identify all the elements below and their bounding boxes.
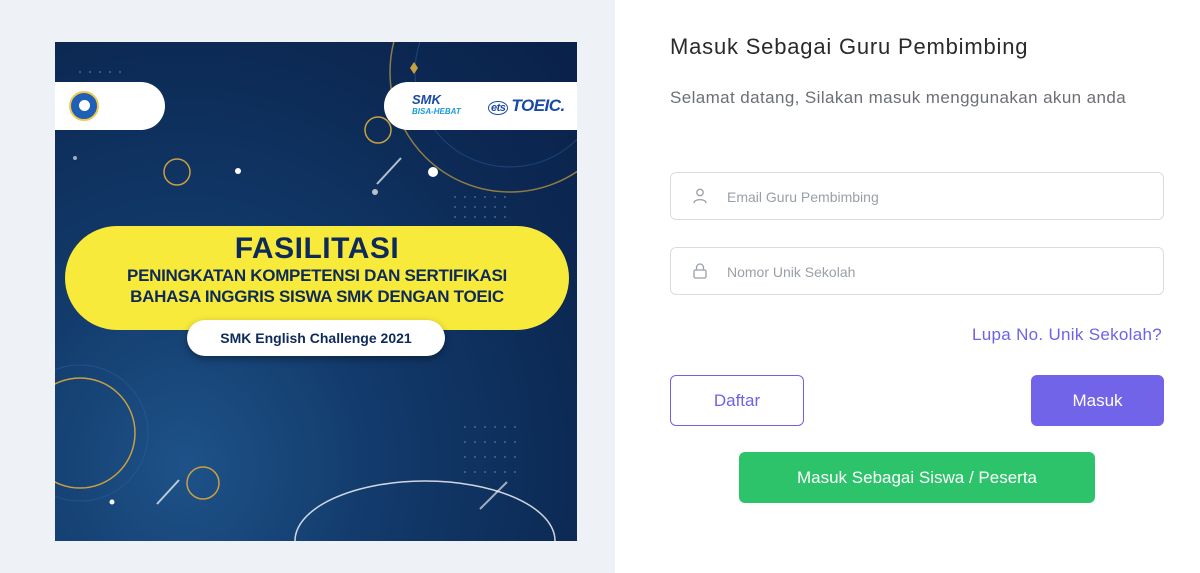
student-login-button[interactable]: Masuk Sebagai Siswa / Peserta	[739, 452, 1095, 503]
left-panel: SMK BISA-HEBAT ets TOEIC. FASILITASI PENI…	[0, 0, 615, 573]
forgot-code-link[interactable]: Lupa No. Unik Sekolah?	[972, 325, 1162, 345]
promo-headline-banner: FASILITASI PENINGKATAN KOMPETENSI DAN SE…	[65, 226, 569, 330]
promo-subline-2: BAHASA INGGRIS SISWA SMK DENGAN TOEIC	[130, 287, 504, 306]
school-code-input[interactable]	[725, 248, 1149, 296]
promo-headline: FASILITASI	[234, 232, 400, 265]
smk-logo: SMK BISA-HEBAT	[412, 92, 461, 118]
promo-subline-1: PENINGKATAN KOMPETENSI DAN SERTIFIKASI	[127, 266, 507, 285]
login-button[interactable]: Masuk	[1031, 375, 1164, 426]
email-input[interactable]	[725, 173, 1149, 221]
partner-logos-pill: SMK BISA-HEBAT ets TOEIC.	[384, 82, 577, 130]
promo-banner: SMK BISA-HEBAT ets TOEIC. FASILITASI PENI…	[55, 42, 577, 541]
email-field[interactable]	[670, 172, 1164, 221]
ministry-logo-pill	[55, 82, 165, 130]
page-title: Masuk Sebagai Guru Pembimbing	[670, 34, 1029, 59]
challenge-badge: SMK English Challenge 2021	[187, 320, 445, 356]
smk-logo-text: SMK	[412, 92, 441, 107]
register-button[interactable]: Daftar	[670, 375, 804, 426]
toeic-logo: ets TOEIC.	[488, 96, 565, 116]
tut-wuri-handayani-logo	[69, 91, 99, 121]
page-subtitle: Selamat datang, Silakan masuk menggunaka…	[670, 88, 1127, 107]
smk-logo-subtext: BISA-HEBAT	[412, 107, 461, 116]
lock-icon	[693, 263, 707, 279]
ets-logo: ets	[488, 101, 509, 115]
school-code-field[interactable]	[670, 247, 1164, 296]
user-icon	[693, 188, 707, 204]
toeic-logo-text: TOEIC.	[511, 96, 565, 115]
